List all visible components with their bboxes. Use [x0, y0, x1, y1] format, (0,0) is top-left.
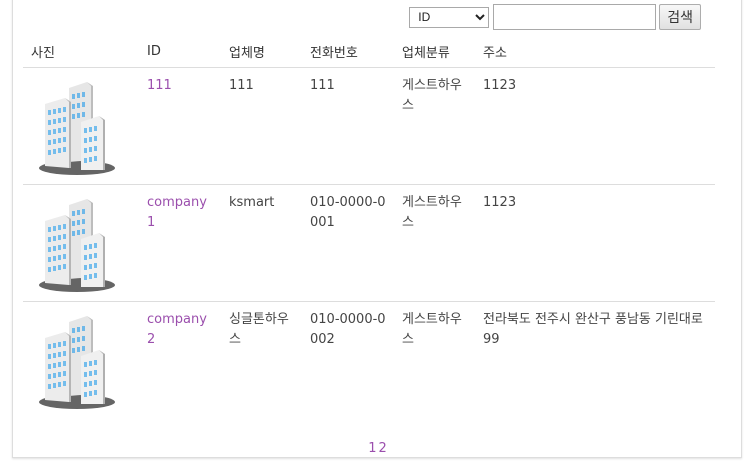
table-row: company2 싱글톤하우스 010-0000-0002 게스트하우스 전라북…: [23, 302, 715, 419]
search-bar: ID 검색: [409, 4, 701, 30]
header-category: 업체분류: [394, 35, 475, 68]
company-id-link[interactable]: company2: [147, 312, 207, 347]
building-icon: [37, 197, 117, 297]
search-button[interactable]: 검색: [659, 4, 701, 30]
building-icon: [37, 80, 117, 180]
company-table: 사진 ID 업체명 전화번호 업체분류 주소 111 111 111 게스트하우…: [23, 35, 715, 419]
company-id-link[interactable]: company1: [147, 195, 207, 230]
address-cell: 1123: [475, 184, 715, 302]
name-cell: 111: [221, 67, 302, 185]
category-cell: 게스트하우스: [402, 312, 462, 347]
photo-cell: [23, 184, 139, 302]
id-cell: 111: [139, 67, 221, 185]
name-cell: ksmart: [221, 184, 302, 302]
name-cell: 싱글톤하우스: [229, 312, 289, 347]
category-cell: 게스트하우스: [394, 184, 475, 302]
building-icon: [37, 314, 117, 414]
photo-cell: [23, 67, 139, 185]
pagination: 12: [0, 440, 755, 456]
page-link-1[interactable]: 1: [368, 441, 376, 456]
page-link-2[interactable]: 2: [379, 441, 387, 456]
id-cell: company1: [139, 184, 221, 302]
table-row: company1 ksmart 010-0000-0001 게스트하우스 112…: [23, 184, 715, 302]
search-input[interactable]: [493, 4, 657, 30]
search-field-select[interactable]: ID: [409, 6, 490, 28]
address-cell: 1123: [475, 67, 715, 185]
header-address: 주소: [475, 35, 715, 68]
phone-cell: 010-0000-0001: [302, 184, 394, 302]
photo-cell: [23, 302, 139, 419]
header-phone: 전화번호: [302, 35, 394, 68]
phone-cell: 111: [302, 67, 394, 185]
table-header-row: 사진 ID 업체명 전화번호 업체분류 주소: [23, 35, 715, 68]
phone-cell: 010-0000-0002: [310, 312, 386, 347]
header-photo: 사진: [23, 35, 139, 68]
category-cell: 게스트하우스: [394, 67, 475, 185]
table-row: 111 111 111 게스트하우스 1123: [23, 67, 715, 185]
address-cell: 전라북도 전주시 완산구 풍남동 기린대로 99: [483, 312, 703, 347]
company-id-link[interactable]: 111: [147, 78, 172, 93]
id-cell: company2: [139, 302, 221, 419]
header-id: ID: [139, 35, 221, 68]
header-name: 업체명: [221, 35, 302, 68]
